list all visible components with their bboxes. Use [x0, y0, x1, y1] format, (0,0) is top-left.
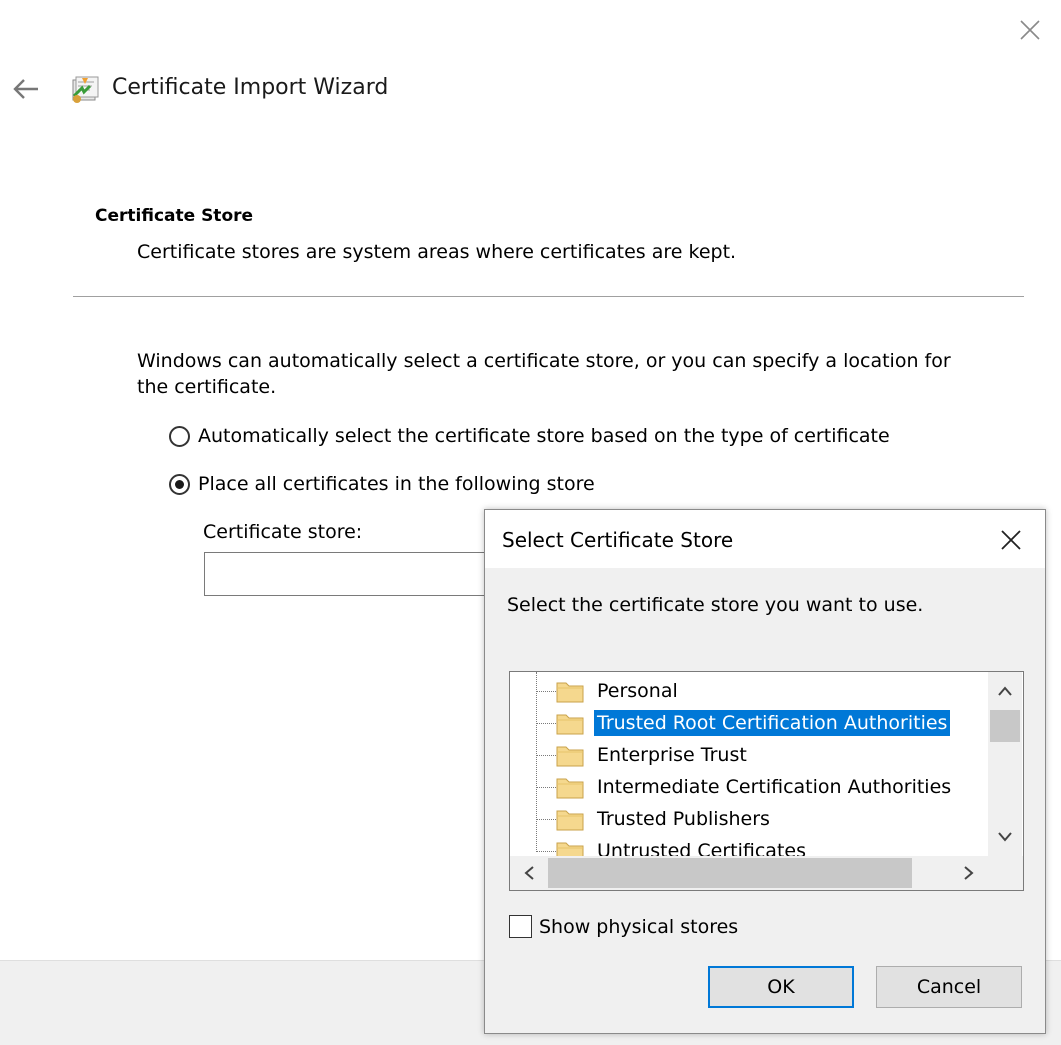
intro-text: Windows can automatically select a certi… — [137, 350, 951, 398]
tree-item-label[interactable]: Intermediate Certification Authorities — [594, 774, 954, 800]
radio-place-in-store[interactable]: Place all certificates in the following … — [169, 473, 595, 495]
show-physical-stores-label: Show physical stores — [539, 915, 739, 938]
show-physical-stores-checkbox[interactable]: Show physical stores — [509, 915, 738, 938]
certificate-icon — [68, 72, 102, 106]
tree-item-label[interactable]: Trusted Publishers — [594, 806, 773, 832]
radio-auto-label: Automatically select the certificate sto… — [198, 425, 890, 447]
tree-item[interactable]: Trusted Publishers — [510, 803, 988, 835]
dialog-close-button[interactable] — [989, 522, 1033, 558]
store-tree[interactable]: Personal Trusted Root Certification Autho… — [509, 671, 1024, 891]
scroll-right-button[interactable] — [952, 856, 986, 890]
back-button[interactable] — [8, 72, 44, 106]
scroll-left-button[interactable] — [512, 856, 546, 890]
horizontal-scroll-thumb[interactable] — [548, 858, 912, 888]
folder-icon — [556, 682, 584, 703]
checkbox[interactable] — [509, 915, 532, 938]
close-window-button[interactable] — [1012, 14, 1048, 46]
wizard-title: Certificate Import Wizard — [112, 75, 389, 100]
section-title: Certificate Store — [95, 206, 254, 226]
divider — [73, 296, 1024, 297]
close-icon — [1020, 20, 1040, 40]
tree-item[interactable]: Enterprise Trust — [510, 739, 988, 771]
tree-item[interactable]: Personal — [510, 675, 988, 707]
chevron-down-icon — [998, 832, 1012, 842]
close-icon — [1001, 530, 1021, 550]
tree-item[interactable]: Intermediate Certification Authorities — [510, 771, 988, 803]
tree-connector — [536, 819, 556, 820]
chevron-left-icon — [524, 866, 534, 880]
section-description: Certificate stores are system areas wher… — [137, 241, 737, 263]
chevron-up-icon — [998, 686, 1012, 696]
chevron-right-icon — [964, 866, 974, 880]
vertical-scrollbar[interactable] — [988, 672, 1022, 856]
tree-connector — [536, 691, 556, 692]
tree-item-label[interactable]: Personal — [594, 678, 681, 704]
tree-item-label[interactable]: Enterprise Trust — [594, 742, 750, 768]
folder-icon — [556, 810, 584, 831]
tree-connector — [536, 787, 556, 788]
tree-connector — [536, 755, 556, 756]
radio-button[interactable] — [169, 473, 190, 495]
folder-icon — [556, 714, 584, 735]
radio-auto-select[interactable]: Automatically select the certificate sto… — [169, 425, 890, 447]
arrow-left-icon — [13, 79, 38, 99]
ok-button[interactable]: OK — [708, 966, 854, 1008]
radio-button[interactable] — [169, 425, 190, 447]
radio-place-label: Place all certificates in the following … — [198, 473, 595, 495]
scroll-down-button[interactable] — [988, 822, 1022, 852]
tree-connector — [536, 851, 556, 852]
vertical-scroll-thumb[interactable] — [990, 710, 1020, 742]
tree-item[interactable]: Trusted Root Certification Authorities — [510, 707, 988, 739]
tree-connector — [536, 723, 556, 724]
dialog-prompt: Select the certificate store you want to… — [507, 594, 924, 616]
dialog-titlebar: Select Certificate Store — [485, 510, 1045, 568]
dialog-title: Select Certificate Store — [502, 528, 734, 552]
cancel-button[interactable]: Cancel — [876, 966, 1022, 1008]
horizontal-scrollbar[interactable] — [510, 856, 1023, 890]
folder-icon — [556, 778, 584, 799]
select-certificate-store-dialog: Select Certificate Store Select the cert… — [484, 509, 1046, 1034]
tree-item-label[interactable]: Trusted Root Certification Authorities — [594, 710, 951, 736]
scroll-up-button[interactable] — [988, 676, 1022, 706]
folder-icon — [556, 746, 584, 767]
certificate-store-label: Certificate store: — [203, 521, 363, 543]
